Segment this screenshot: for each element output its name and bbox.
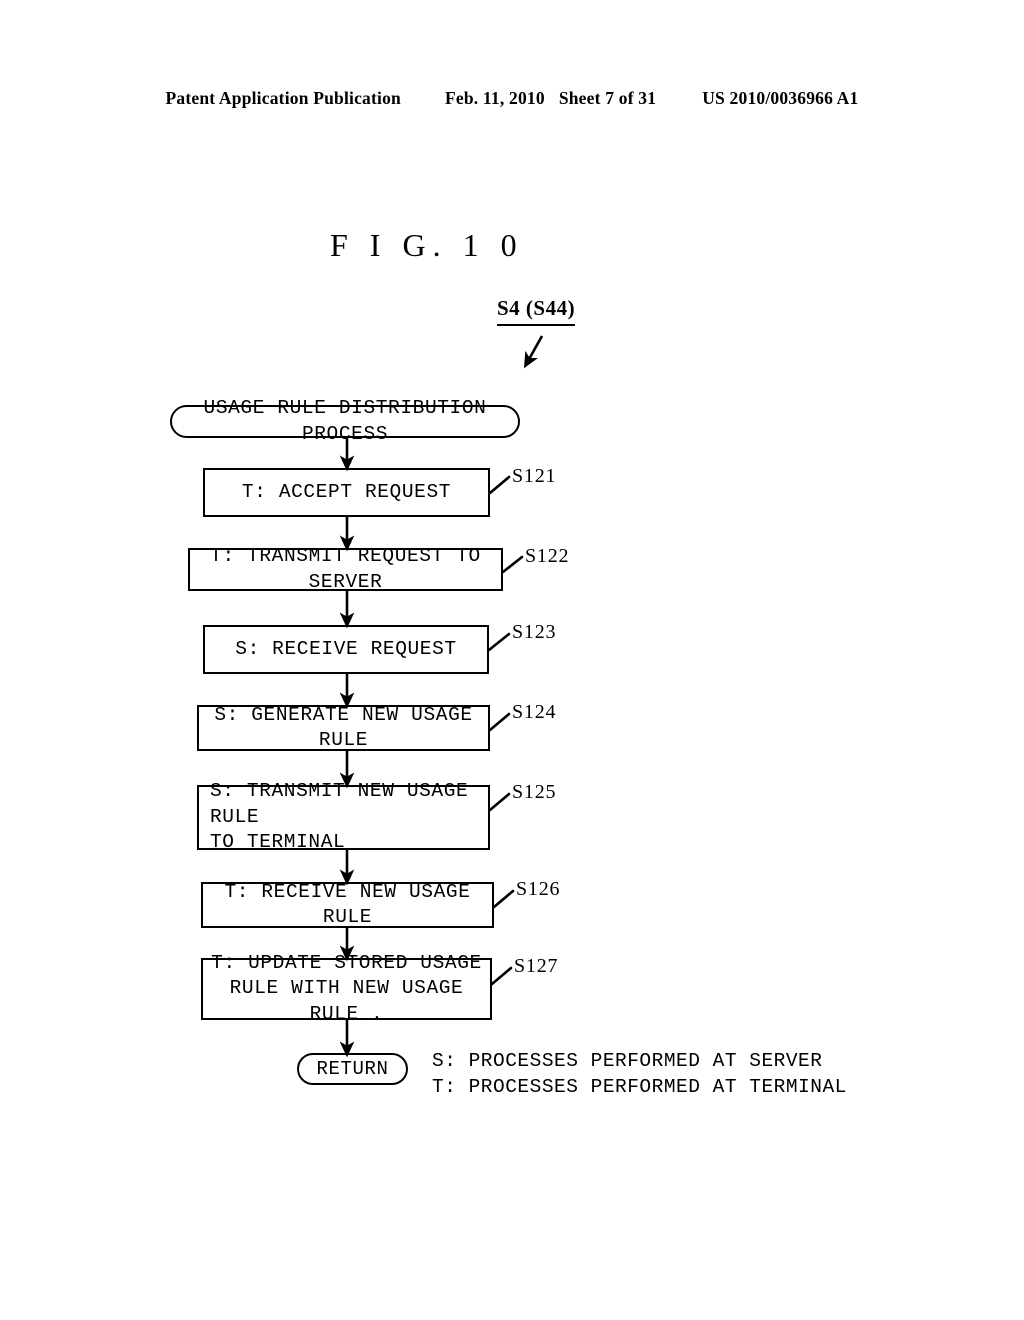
step-reference-s125: S125: [512, 781, 557, 803]
step-reference-s121: S121: [512, 465, 557, 487]
flow-step-box-s125: S: TRANSMIT NEW USAGE RULE TO TERMINAL: [197, 780, 490, 853]
flow-step-box-s123: S: RECEIVE REQUEST: [203, 625, 489, 674]
step-reference-s124: S124: [512, 701, 557, 723]
legend-text: S: PROCESSES PERFORMED AT SERVER T: PROC…: [432, 1050, 847, 1098]
entry-callout-label: S4 (S44): [497, 296, 576, 326]
step-reference-s126: S126: [516, 878, 561, 900]
flow-connectors-overlay: [339, 335, 544, 1058]
flow-step-box-s127: T: UPDATE STORED USAGE RULE WITH NEW USA…: [201, 952, 492, 1025]
step-reference-s127: S127: [514, 955, 559, 977]
flow-step-box-s122: T: TRANSMIT REQUEST TO SERVER: [188, 545, 503, 593]
header-date-label: Feb. 11, 2010: [444, 88, 545, 108]
header-patent-number: US 2010/0036966 A1: [702, 88, 859, 108]
flow-start-node: USAGE RULE DISTRIBUTION PROCESS: [170, 397, 520, 445]
flow-step-box-s124: S: GENERATE NEW USAGE RULE: [197, 704, 490, 751]
flow-step-box-s121: T: ACCEPT REQUEST: [203, 468, 490, 517]
header-sheet-label: Sheet 7 of 31: [558, 88, 657, 108]
step-reference-s122: S122: [525, 545, 570, 567]
step-reference-s123: S123: [512, 621, 557, 643]
page-header: Patent Application Publication Feb. 11, …: [0, 88, 1024, 109]
flow-end-node: RETURN: [297, 1053, 408, 1085]
figure-title: F I G. 1 0: [330, 227, 524, 263]
header-publication-label: Patent Application Publication: [165, 88, 401, 108]
flow-step-box-s126: T: RECEIVE NEW USAGE RULE: [201, 881, 494, 928]
entry-arrow-icon: [523, 335, 544, 369]
